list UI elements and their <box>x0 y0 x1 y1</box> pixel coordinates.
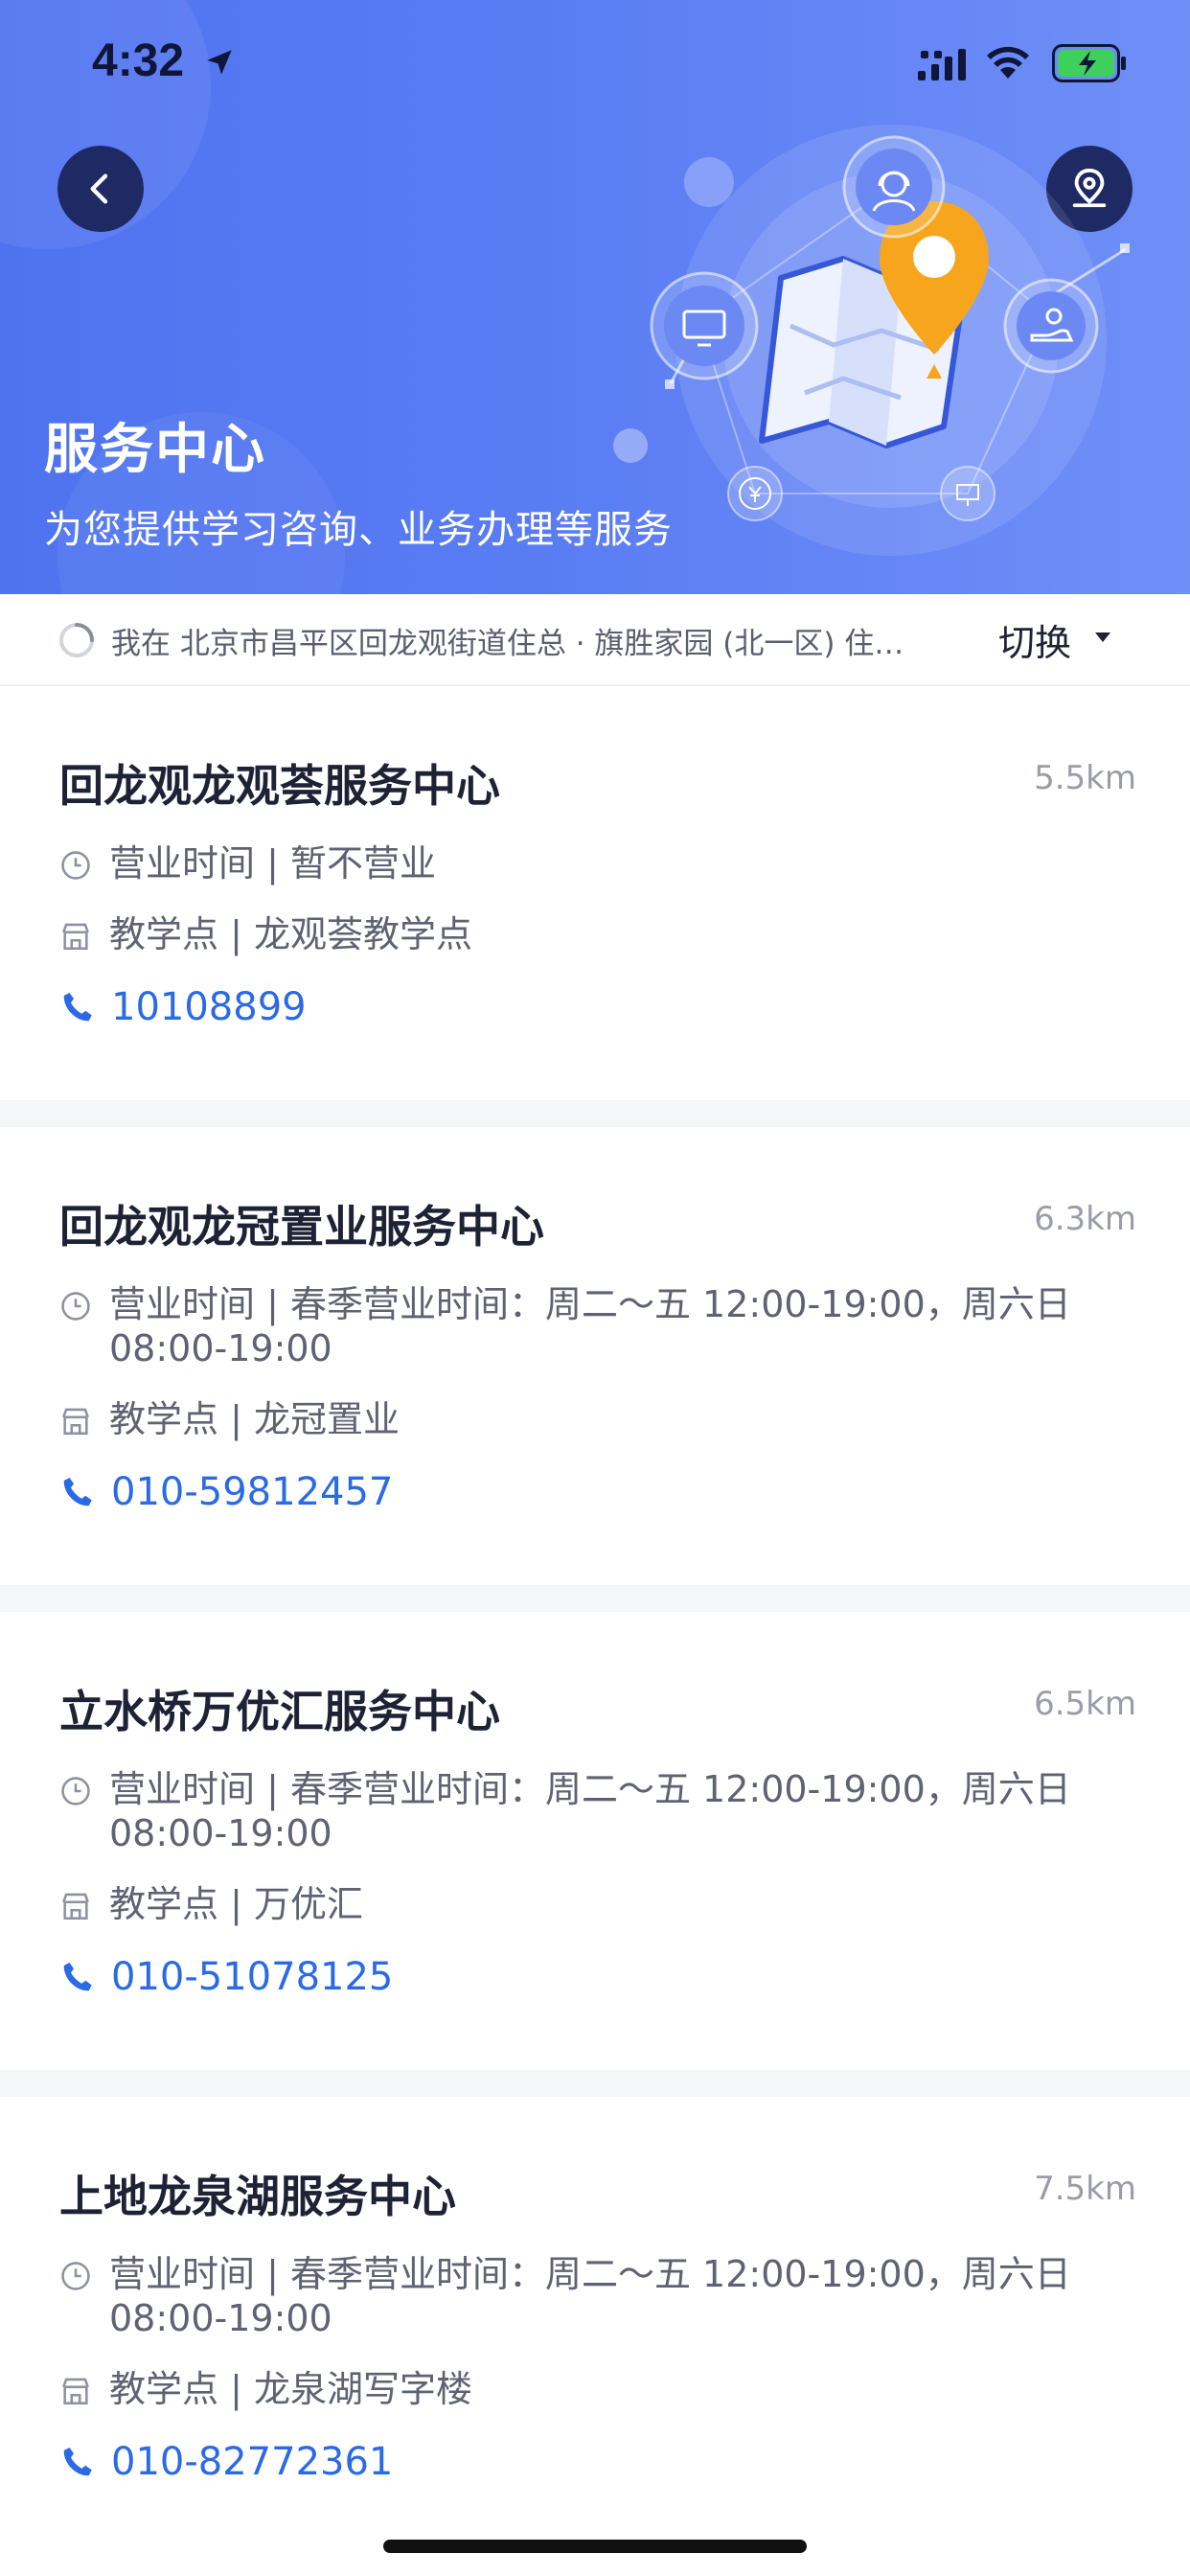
center-name: 回龙观龙观荟服务中心 <box>59 760 500 812</box>
center-distance: 7.5km <box>1034 2170 1136 2208</box>
yuan-icon <box>727 466 783 521</box>
back-button[interactable] <box>57 146 144 232</box>
headset-icon <box>842 135 946 239</box>
center-distance: 6.5km <box>1034 1685 1136 1723</box>
battery-charging-icon <box>1052 44 1126 82</box>
store-icon <box>62 1408 89 1436</box>
clock-icon <box>61 2262 90 2290</box>
phone-link[interactable]: 10108899 <box>59 985 1136 1029</box>
store-icon <box>62 2378 89 2405</box>
phone-number[interactable]: 10108899 <box>111 985 307 1029</box>
business-hours: 营业时间 | 春季营业时间：周二～五 12:00-19:00，周六日 08:00… <box>109 1768 1071 1854</box>
home-indicator[interactable] <box>383 2540 807 2553</box>
center-distance: 5.5km <box>1034 759 1136 797</box>
center-name: 回龙观龙冠置业服务中心 <box>59 1201 544 1253</box>
phone-icon <box>63 992 92 1022</box>
teaching-point: 教学点 | 万优汇 <box>109 1883 363 1925</box>
location-bar: 我在 北京市昌平区回龙观街道住总 · 旗胜家园 (北一区) 住… 切换 <box>0 594 1190 686</box>
store-icon <box>62 1893 89 1920</box>
service-center-list: 回龙观龙观荟服务中心 5.5km 营业时间 | 暂不营业 教学点 | 龙观荟教学… <box>0 686 1190 2555</box>
location-arrow-icon <box>207 50 232 75</box>
phone-number[interactable]: 010-59812457 <box>111 1470 393 1514</box>
loading-icon <box>59 623 94 657</box>
back-icon <box>90 173 108 204</box>
phone-icon <box>63 2447 92 2476</box>
phone-icon <box>63 1477 92 1506</box>
presentation-icon <box>940 466 995 521</box>
store-icon <box>62 923 89 951</box>
business-hours: 营业时间 | 春季营业时间：周二～五 12:00-19:00，周六日 08:00… <box>109 2253 1071 2339</box>
status-time: 4:32 <box>92 35 185 86</box>
phone-link[interactable]: 010-59812457 <box>59 1470 1136 1514</box>
center-name: 立水桥万优汇服务中心 <box>59 1686 500 1737</box>
business-hours: 营业时间 | 暂不营业 <box>109 842 436 885</box>
center-distance: 6.3km <box>1034 1200 1136 1238</box>
hand-service-icon <box>1003 278 1099 374</box>
teaching-point: 教学点 | 龙泉湖写字楼 <box>109 2368 472 2410</box>
phone-link[interactable]: 010-51078125 <box>59 1955 1136 1999</box>
center-name: 上地龙泉湖服务中心 <box>59 2171 456 2222</box>
teaching-point: 教学点 | 龙观荟教学点 <box>109 913 472 955</box>
header-banner: 4:32 服务中心 为您提供学习咨询、业务办理等服务 <box>0 0 1190 594</box>
service-center-card[interactable]: 上地龙泉湖服务中心 7.5km 营业时间 | 春季营业时间：周二～五 12:00… <box>0 2070 1190 2555</box>
teaching-point: 教学点 | 龙冠置业 <box>109 1398 400 1440</box>
caret-down-icon[interactable] <box>1092 627 1113 648</box>
signal-icon <box>918 49 966 80</box>
service-center-card[interactable]: 回龙观龙冠置业服务中心 6.3km 营业时间 | 春季营业时间：周二～五 12:… <box>0 1100 1190 1585</box>
phone-number[interactable]: 010-82772361 <box>111 2440 393 2484</box>
business-hours: 营业时间 | 春季营业时间：周二～五 12:00-19:00，周六日 08:00… <box>109 1283 1071 1369</box>
switch-location-button[interactable]: 切换 <box>998 613 1071 666</box>
clock-icon <box>61 851 90 880</box>
computer-icon <box>650 271 759 380</box>
phone-number[interactable]: 010-51078125 <box>111 1955 393 1999</box>
clock-icon <box>61 1292 90 1321</box>
page-title: 服务中心 <box>44 419 266 481</box>
service-center-card[interactable]: 立水桥万优汇服务中心 6.5km 营业时间 | 春季营业时间：周二～五 12:0… <box>0 1585 1190 2070</box>
service-map-illustration <box>613 125 1130 556</box>
service-center-card[interactable]: 回龙观龙观荟服务中心 5.5km 营业时间 | 暂不营业 教学点 | 龙观荟教学… <box>0 686 1190 1100</box>
clock-icon <box>61 1777 90 1806</box>
current-location-text: 我在 北京市昌平区回龙观街道住总 · 旗胜家园 (北一区) 住… <box>111 627 904 661</box>
phone-icon <box>63 1962 92 1991</box>
phone-link[interactable]: 010-82772361 <box>59 2440 1136 2484</box>
page-subtitle: 为您提供学习咨询、业务办理等服务 <box>44 508 673 552</box>
wifi-icon <box>987 46 1029 79</box>
